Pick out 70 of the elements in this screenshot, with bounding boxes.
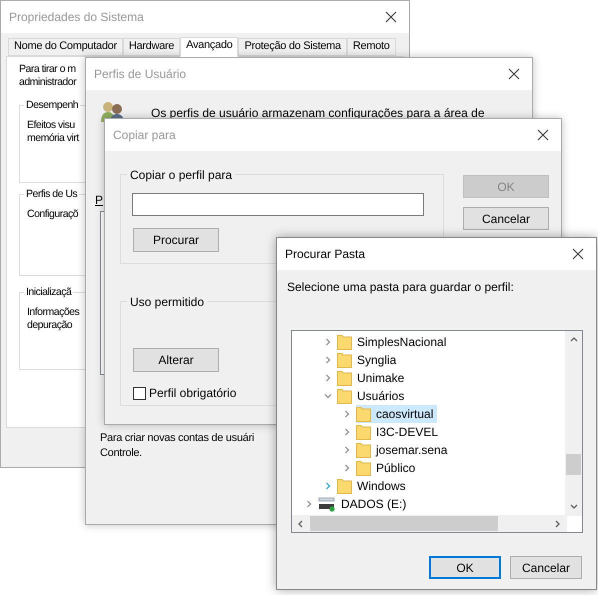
description-text: Os perfis de usuário armazenam configurações para a área de bbox=[151, 105, 485, 122]
window-title: Propriedades do Sistema bbox=[9, 9, 144, 26]
folder-icon bbox=[337, 370, 352, 386]
checkbox-label: Perfil obrigatório bbox=[149, 385, 236, 402]
close-icon[interactable] bbox=[572, 248, 584, 260]
tab[interactable]: Proteção do Sistema bbox=[238, 38, 347, 56]
folder-icon bbox=[356, 442, 371, 458]
prompt-text: Selecione uma pasta para guardar o perfil: bbox=[287, 279, 514, 296]
tree-item[interactable]: Synglia bbox=[337, 351, 400, 369]
tab[interactable]: Hardware bbox=[122, 38, 180, 56]
footer-text: Para criar novas contas de usuári bbox=[100, 431, 254, 446]
intro-text: administrador bbox=[19, 76, 76, 89]
scroll-left-icon[interactable] bbox=[297, 520, 305, 528]
dialog-button[interactable]: Cancelar bbox=[510, 556, 582, 579]
list-label: P bbox=[95, 192, 104, 209]
chevron-right-icon[interactable] bbox=[324, 356, 332, 364]
tree-item[interactable]: I3C-DEVEL bbox=[356, 423, 442, 441]
tree-item[interactable]: Windows bbox=[337, 477, 410, 495]
group-text: Informações bbox=[27, 306, 80, 319]
scroll-down-icon[interactable] bbox=[570, 503, 578, 511]
group-text: memória virt bbox=[27, 132, 79, 145]
scroll-up-icon[interactable] bbox=[570, 336, 578, 344]
chevron-down-icon[interactable] bbox=[324, 392, 332, 400]
chevron-right-icon[interactable] bbox=[343, 410, 351, 418]
tree-item[interactable]: Usuários bbox=[337, 387, 408, 405]
window-title: Copiar para bbox=[113, 127, 176, 144]
folder-icon bbox=[337, 334, 352, 350]
group-text: depuração bbox=[27, 319, 72, 332]
folder-icon bbox=[337, 478, 352, 494]
folder-icon bbox=[356, 460, 371, 476]
chevron-right-icon[interactable] bbox=[343, 464, 351, 472]
close-icon[interactable] bbox=[537, 129, 549, 141]
tree-item[interactable]: SimplesNacional bbox=[337, 333, 450, 351]
scroll-right-icon[interactable] bbox=[554, 520, 562, 528]
dialog-button[interactable]: OK bbox=[429, 556, 501, 579]
close-icon[interactable] bbox=[385, 11, 397, 23]
folder-icon bbox=[337, 352, 352, 368]
path-field[interactable] bbox=[132, 193, 424, 216]
group-text: Efeitos visu bbox=[27, 119, 75, 132]
chevron-right-icon[interactable] bbox=[324, 374, 332, 382]
tree-item[interactable]: DADOS (E:) bbox=[318, 495, 410, 513]
dialog-button[interactable]: Alterar bbox=[133, 348, 219, 372]
tab[interactable]: Remoto bbox=[346, 38, 396, 56]
close-icon[interactable] bbox=[508, 68, 520, 80]
folder-icon bbox=[356, 406, 371, 422]
dialog-button[interactable]: Procurar bbox=[133, 228, 219, 252]
chevron-right-icon[interactable] bbox=[324, 338, 332, 346]
folder-icon bbox=[356, 424, 371, 440]
footer-text: Controle. bbox=[100, 446, 142, 461]
tab[interactable]: Nome do Computador bbox=[8, 38, 123, 56]
checkbox[interactable] bbox=[133, 386, 146, 400]
chevron-right-icon[interactable] bbox=[343, 428, 351, 436]
drive-icon bbox=[318, 496, 336, 512]
window-title: Procurar Pasta bbox=[285, 246, 366, 263]
folder-icon bbox=[337, 388, 352, 404]
dialog-button[interactable]: Cancelar bbox=[463, 207, 549, 230]
tab[interactable]: Avançado bbox=[180, 37, 238, 57]
group-text: Configuraçõ bbox=[27, 208, 78, 221]
chevron-right-icon[interactable] bbox=[324, 482, 332, 490]
window-title: Perfis de Usuário bbox=[94, 66, 186, 83]
scroll-thumb[interactable] bbox=[310, 516, 498, 531]
intro-text: Para tirar o m bbox=[19, 63, 76, 76]
tree-item[interactable]: caosvirtual bbox=[356, 405, 438, 423]
scroll-thumb[interactable] bbox=[566, 454, 581, 475]
vertical-scrollbar[interactable] bbox=[565, 331, 582, 516]
tree-item[interactable]: Público bbox=[356, 459, 420, 477]
chevron-right-icon[interactable] bbox=[305, 500, 313, 508]
chevron-right-icon[interactable] bbox=[343, 446, 351, 454]
tree-item[interactable]: Unimake bbox=[337, 369, 408, 387]
tree-item[interactable]: josemar.sena bbox=[356, 441, 452, 459]
